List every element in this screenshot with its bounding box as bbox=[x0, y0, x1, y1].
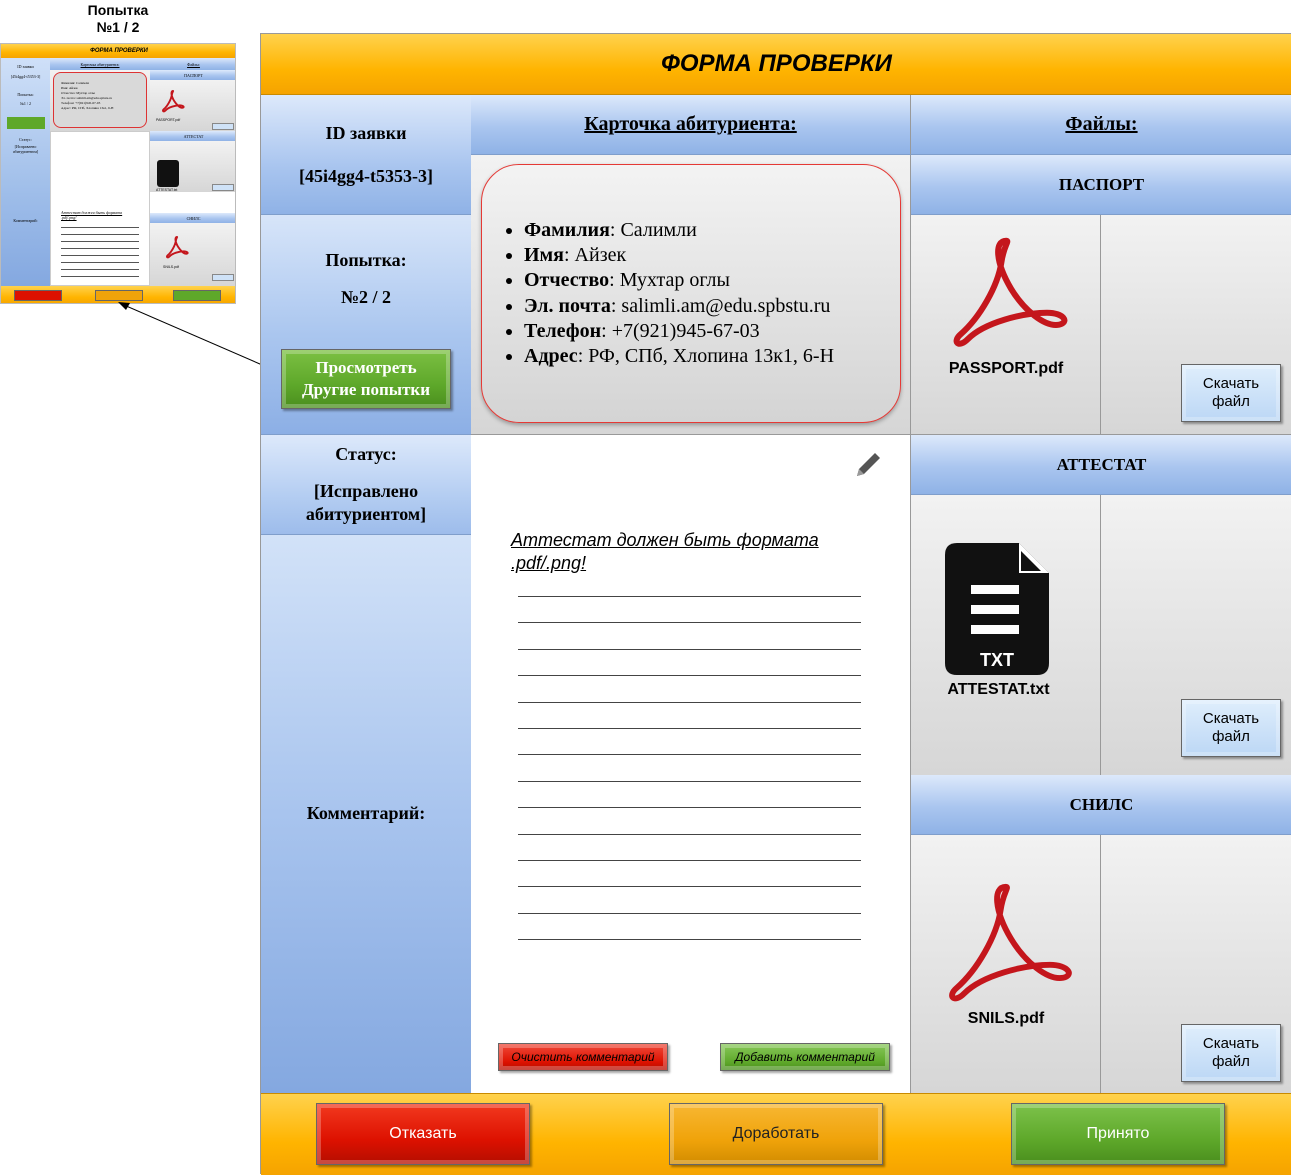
status-value-line2: абитуриентом] bbox=[305, 504, 427, 524]
accept-label: Принято bbox=[1086, 1125, 1150, 1142]
attempt-block: Попытка: №2 / 2 Просмотреть Другие попыт… bbox=[261, 215, 471, 435]
add-comment-button[interactable]: Добавить комментарий bbox=[720, 1043, 890, 1071]
comment-text-line1: Аттестат должен быть формата bbox=[511, 530, 819, 550]
snils-pdf-icon[interactable] bbox=[939, 879, 1083, 1009]
field-surname: Фамилия: Салимли bbox=[524, 218, 834, 243]
passport-pdf-icon[interactable] bbox=[951, 231, 1071, 356]
field-patronymic: Отчество: Мухтар оглы bbox=[524, 268, 834, 293]
files-header-label: Файлы: bbox=[1065, 113, 1138, 135]
download-label-line2: файл bbox=[1212, 393, 1250, 410]
pencil-icon[interactable] bbox=[851, 448, 885, 482]
clear-comment-label: Очистить комментарий bbox=[511, 1050, 655, 1064]
files-header: Файлы: bbox=[911, 95, 1291, 155]
reject-button[interactable]: Отказать bbox=[316, 1103, 530, 1165]
status-value-line1: [Исправлено bbox=[313, 481, 419, 501]
comment-label-block: Комментарий: bbox=[261, 535, 471, 1093]
id-label: ID заявки bbox=[325, 122, 407, 143]
download-label-line2: файл bbox=[1212, 1053, 1250, 1070]
reject-label: Отказать bbox=[389, 1125, 457, 1142]
id-block: ID заявки [45i4gg4-t5353-3] bbox=[261, 95, 471, 215]
attestat-filename[interactable]: ATTESTAT.txt bbox=[911, 678, 1086, 702]
comment-text-line2: .pdf/.png! bbox=[511, 553, 587, 573]
snils-section-header: СНИЛС bbox=[911, 775, 1291, 835]
passport-section-label: ПАСПОРТ bbox=[1058, 174, 1145, 194]
form-header: ФОРМА ПРОВЕРКИ bbox=[261, 34, 1291, 95]
card-header: Карточка абитуриента: bbox=[471, 95, 911, 155]
accept-button[interactable]: Принято bbox=[1011, 1103, 1225, 1165]
field-address: Адрес: РФ, СПб, Хлопина 13к1, 6-Н bbox=[524, 344, 834, 369]
link-arrow bbox=[118, 302, 284, 375]
view-button-line1: Просмотреть bbox=[315, 358, 417, 377]
id-value: [45i4gg4-t5353-3] bbox=[299, 165, 433, 186]
applicant-fields: Фамилия: Салимли Имя: Айзек Отчество: Му… bbox=[482, 218, 834, 369]
main-form: ФОРМА ПРОВЕРКИ ID заявки [45i4gg4-t5353-… bbox=[260, 33, 1291, 1175]
download-label-line1: Скачать bbox=[1202, 375, 1260, 392]
status-block: Статус: [Исправлено абитуриентом] bbox=[261, 435, 471, 535]
add-comment-label: Добавить комментарий bbox=[735, 1050, 875, 1064]
card-header-label: Карточка абитуриента: bbox=[584, 113, 797, 135]
attestat-download-button[interactable]: Скачать файл bbox=[1181, 699, 1281, 757]
snils-download-button[interactable]: Скачать файл bbox=[1181, 1024, 1281, 1082]
status-label: Статус: bbox=[335, 443, 397, 464]
txt-badge: TXT bbox=[980, 650, 1014, 670]
snils-filename[interactable]: SNILS.pdf bbox=[911, 1007, 1101, 1031]
rework-button[interactable]: Доработать bbox=[669, 1103, 883, 1165]
attestat-section-label: АТТЕСТАТ bbox=[1056, 454, 1147, 474]
snils-section-label: СНИЛС bbox=[1069, 794, 1134, 814]
comment-area[interactable]: Аттестат должен быть формата .pdf/.png! … bbox=[471, 435, 911, 1093]
view-button-line2: Другие попытки bbox=[301, 380, 431, 399]
passport-download-button[interactable]: Скачать файл bbox=[1181, 364, 1281, 422]
passport-filename[interactable]: PASSPORT.pdf bbox=[911, 357, 1101, 381]
download-label-line1: Скачать bbox=[1202, 1035, 1260, 1052]
attempt-label: Попытка: bbox=[325, 249, 407, 270]
passport-section-header: ПАСПОРТ bbox=[911, 155, 1291, 215]
field-name: Имя: Айзек bbox=[524, 243, 834, 268]
comment-lines bbox=[518, 596, 861, 965]
rework-label: Доработать bbox=[732, 1125, 820, 1142]
applicant-card: Фамилия: Салимли Имя: Айзек Отчество: Му… bbox=[481, 164, 901, 423]
view-other-attempts-button[interactable]: Просмотреть Другие попытки bbox=[281, 349, 451, 409]
clear-comment-button[interactable]: Очистить комментарий bbox=[498, 1043, 668, 1071]
download-label-line1: Скачать bbox=[1202, 710, 1260, 727]
txt-file-icon[interactable]: TXT bbox=[945, 543, 1049, 675]
attestat-section-header: АТТЕСТАТ bbox=[911, 435, 1291, 495]
page-title: ФОРМА ПРОВЕРКИ bbox=[661, 50, 892, 77]
download-label-line2: файл bbox=[1212, 728, 1250, 745]
field-email: Эл. почта: salimli.am@edu.spbstu.ru bbox=[524, 294, 834, 319]
status-value: [Исправлено абитуриентом] bbox=[261, 480, 471, 526]
comment-text[interactable]: Аттестат должен быть формата .pdf/.png! bbox=[511, 529, 841, 575]
attempt-value: №2 / 2 bbox=[340, 286, 392, 307]
field-phone: Телефон: +7(921)945-67-03 bbox=[524, 319, 834, 344]
comment-label: Комментарий: bbox=[306, 802, 426, 823]
